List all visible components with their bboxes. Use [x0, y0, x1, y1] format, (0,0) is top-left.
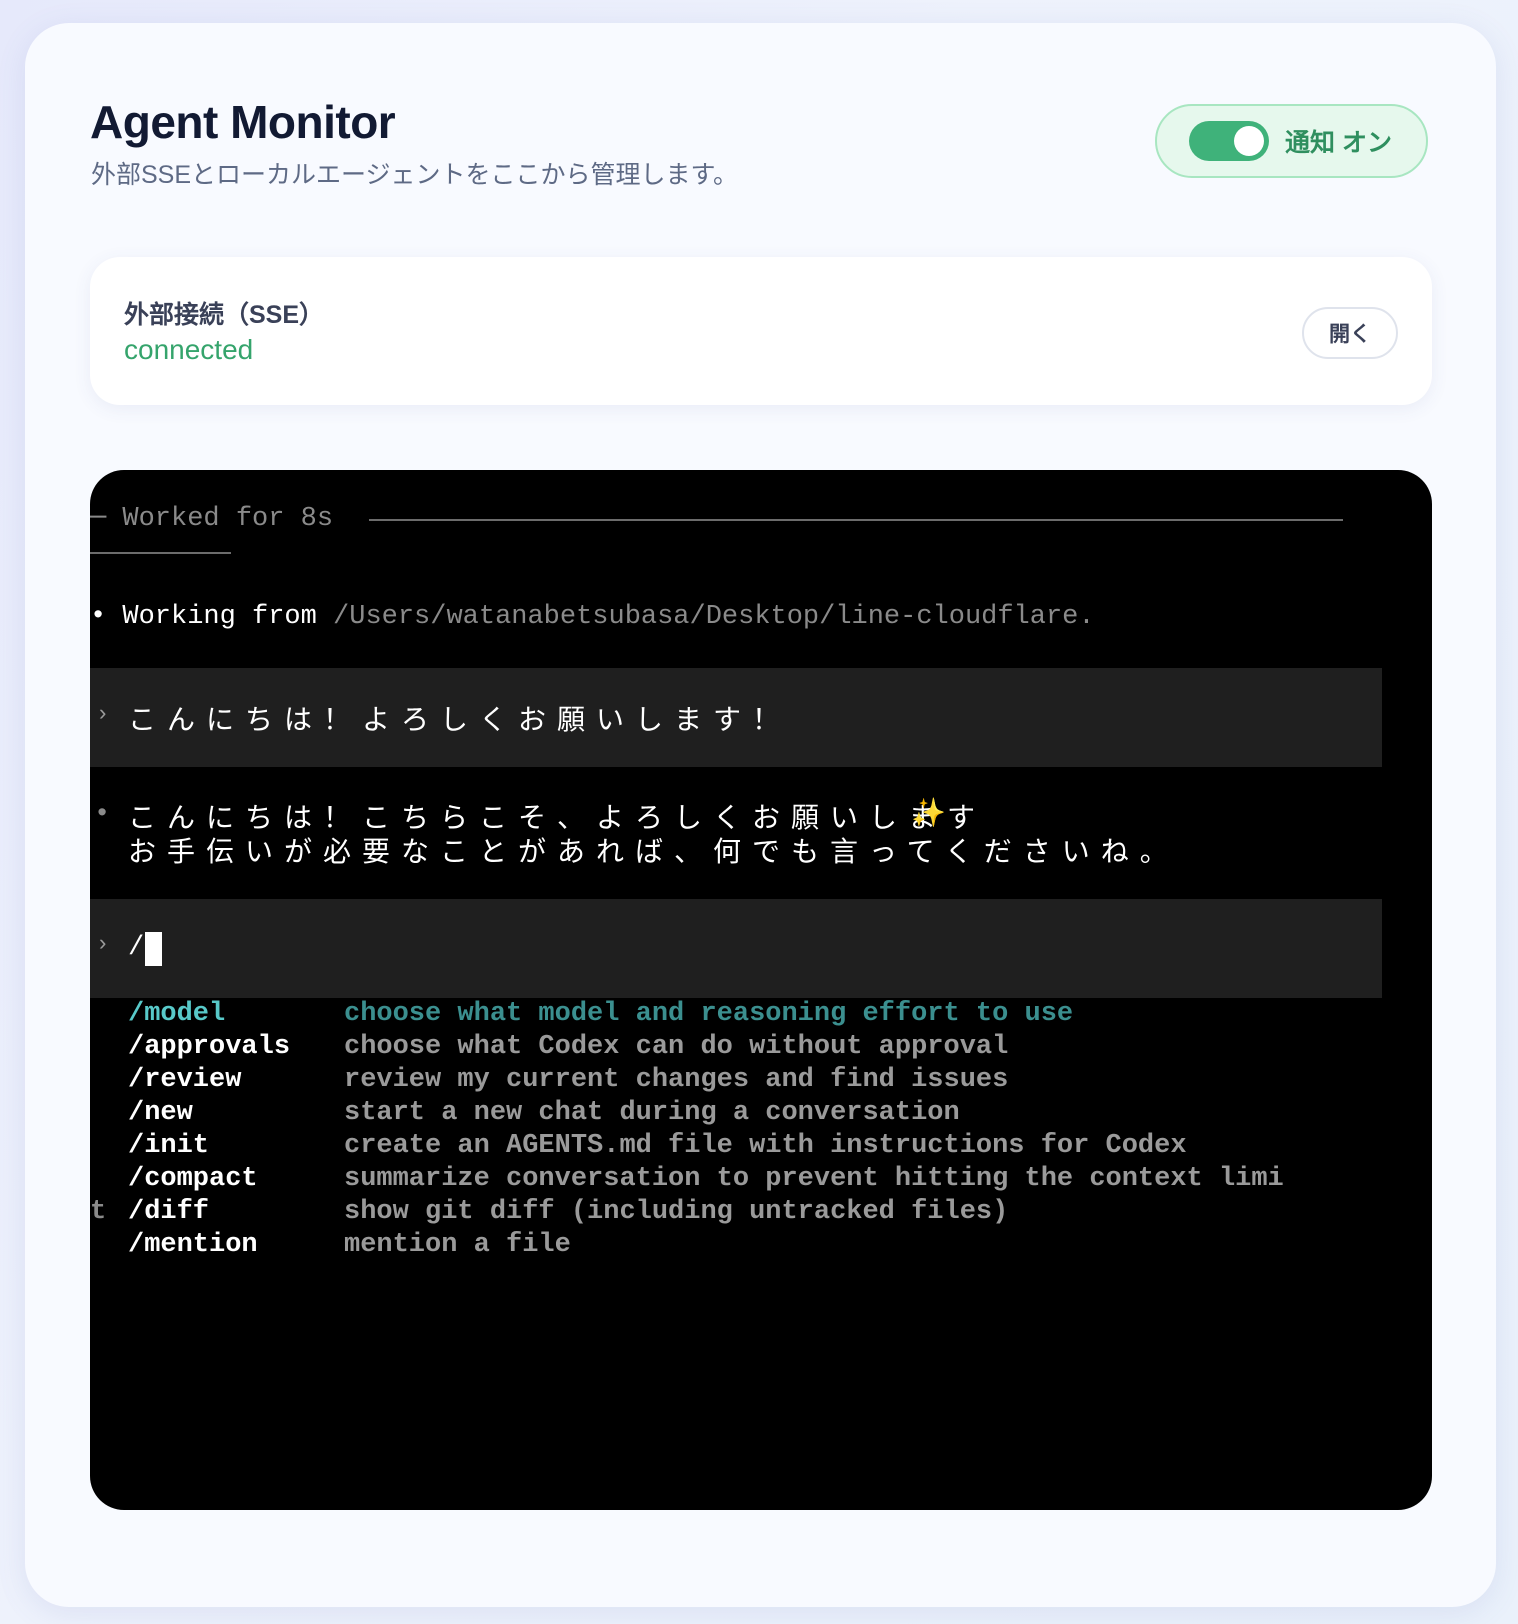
text-cursor [145, 932, 162, 966]
main-card: Agent Monitor 外部SSEとローカルエージェントをここから管理します… [25, 23, 1496, 1607]
command-input-block[interactable]: › / [90, 899, 1382, 998]
command-compact[interactable]: /compact [128, 1162, 258, 1196]
separator-rule-wrap [90, 552, 231, 554]
sse-status: connected [124, 334, 254, 365]
command-model-description: choose what model and reasoning effort t… [344, 999, 1074, 1029]
command-new-description: start a new chat during a conversation [344, 1098, 960, 1128]
page-title: Agent Monitor [90, 96, 396, 148]
notification-toggle[interactable]: 通知 オン [1155, 104, 1428, 178]
working-from-label: • Working from [90, 602, 334, 632]
assistant-bullet: • [94, 800, 111, 830]
working-from-path: /Users/watanabetsubasa/Desktop/line-clou… [333, 602, 1095, 632]
page-subtitle: 外部SSEとローカルエージェントをここから管理します。 [91, 161, 739, 189]
sse-title: 外部接続（SSE） [124, 301, 325, 329]
command-approvals-description: choose what Codex can do without approva… [344, 1032, 1009, 1062]
worked-for-label: ─ Worked for 8s [90, 504, 334, 534]
command-review-description: review my current changes and find issue… [344, 1065, 1009, 1095]
command-init-description: create an AGENTS.md file with instructio… [344, 1131, 1187, 1161]
command-approvals[interactable]: /approvals [128, 1030, 290, 1064]
toggle-switch[interactable] [1189, 121, 1269, 161]
assistant-line-2: お手伝いが必要なことがあれば、何でも言ってくださいね。 [128, 835, 1179, 868]
command-mention[interactable]: /mention [128, 1228, 258, 1262]
command-review[interactable]: /review [128, 1063, 241, 1097]
user-prompt-mark: › [96, 702, 110, 727]
user-message-block: › こんにちは！よろしくお願いします！ [90, 668, 1382, 767]
user-message: こんにちは！よろしくお願いします！ [128, 703, 792, 736]
command-diff-description: show git diff (including untracked files… [344, 1197, 1009, 1227]
command-compact-description: summarize conversation to prevent hittin… [344, 1164, 1284, 1194]
command-diff[interactable]: /diff [128, 1195, 209, 1229]
wrap-overflow-char: t [90, 1197, 107, 1227]
command-init[interactable]: /init [128, 1129, 209, 1163]
command-mention-description: mention a file [344, 1230, 571, 1260]
command-input[interactable]: / [128, 931, 144, 965]
input-prompt-mark: › [96, 932, 110, 957]
sparkle-icon: ✨ [911, 800, 946, 831]
open-button[interactable]: 開く [1302, 307, 1398, 359]
command-model[interactable]: /model [128, 997, 225, 1031]
command-new[interactable]: /new [128, 1096, 193, 1130]
sse-connection-panel: 外部接続（SSE） connected 開く [90, 257, 1432, 405]
notification-toggle-label: 通知 オン [1285, 129, 1392, 157]
toggle-knob [1234, 126, 1264, 156]
working-from-line: • Working from /Users/watanabetsubasa/De… [90, 600, 1095, 634]
separator-rule [369, 519, 1343, 521]
terminal[interactable]: ─ Worked for 8s • Working from /Users/wa… [90, 470, 1432, 1510]
